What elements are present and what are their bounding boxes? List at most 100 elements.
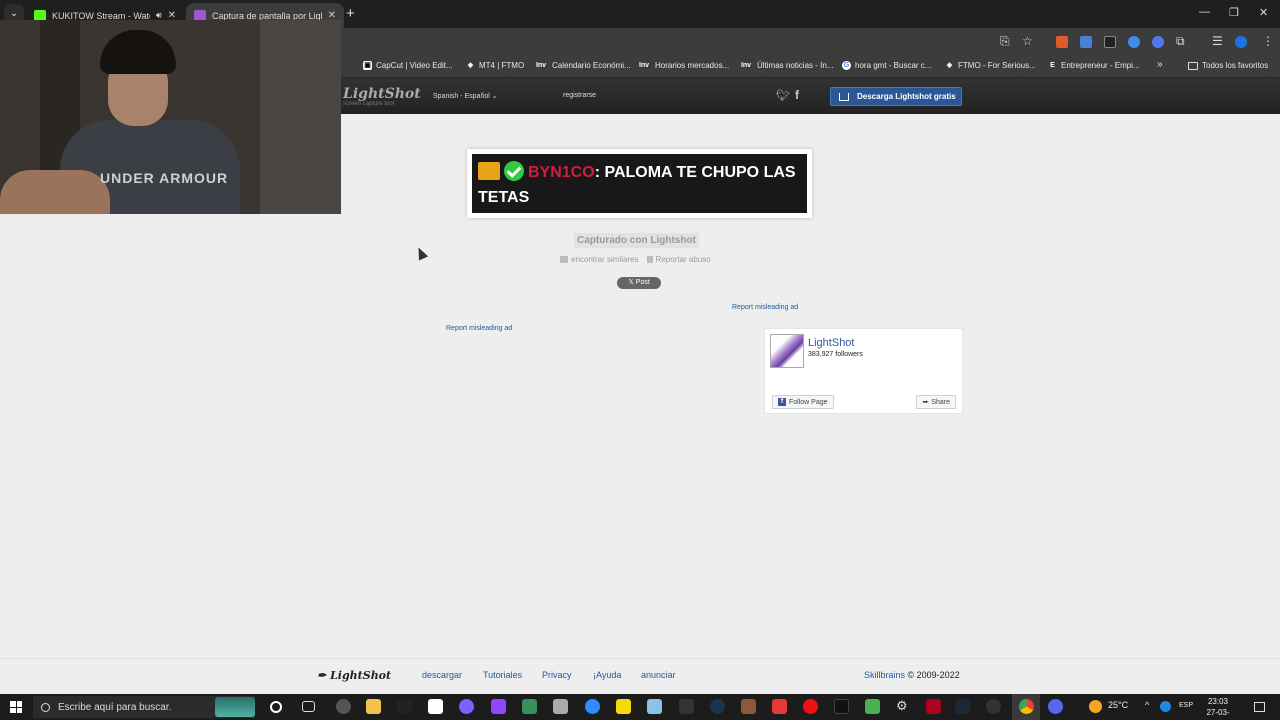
app-icon[interactable]	[553, 699, 568, 714]
x-post-button[interactable]: 𝕏 Post	[617, 277, 661, 289]
minimize-icon[interactable]: —	[1199, 6, 1210, 18]
report-misleading-ad-link[interactable]: Report misleading ad	[446, 325, 512, 332]
app-icon[interactable]	[459, 699, 474, 714]
sticky-notes-icon[interactable]	[616, 699, 631, 714]
app-icon[interactable]	[647, 699, 662, 714]
bookmark-noticias[interactable]: Inv Últimas noticias - In...	[739, 61, 834, 70]
new-tab-icon[interactable]: +	[346, 5, 355, 22]
minecraft-icon[interactable]	[865, 699, 880, 714]
share-button[interactable]: ➦ Share	[916, 395, 956, 409]
bookmark-calendario[interactable]: Inv Calendario Económi...	[534, 61, 631, 70]
bookmarks-overflow-chevron-icon[interactable]: »	[1157, 59, 1163, 70]
cortana-icon[interactable]	[270, 701, 282, 713]
bookmark-star-icon[interactable]: ☆	[1022, 34, 1033, 48]
weather-temp[interactable]: 25°C	[1108, 700, 1128, 710]
restore-icon[interactable]: ❐	[1229, 6, 1239, 19]
app-icon[interactable]	[772, 699, 787, 714]
footer-link-ayuda[interactable]: ¡Ayuda	[593, 670, 621, 680]
app-icon[interactable]	[741, 699, 756, 714]
bookmark-horarios[interactable]: Inv Horarios mercados...	[637, 61, 729, 70]
bookmark-entrepreneur[interactable]: E Entrepreneur - Empi...	[1048, 61, 1140, 70]
ftmo-icon: ◈	[467, 62, 474, 69]
settings-gear-icon[interactable]: ⚙	[896, 698, 911, 713]
extension-icon[interactable]	[1056, 36, 1068, 48]
footer-link-privacy[interactable]: Privacy	[542, 670, 572, 680]
all-favorites-folder[interactable]: Todos los favoritos	[1188, 61, 1268, 70]
app-icon[interactable]	[679, 699, 694, 714]
facebook-page-widget: LightShot 383,927 followers f Follow Page…	[764, 328, 963, 414]
weather-sun-icon[interactable]	[1089, 700, 1102, 713]
bookmark-capcut[interactable]: ▣ CapCut | Video Edit...	[363, 61, 453, 70]
lightshot-logo[interactable]: LightShot	[343, 86, 421, 102]
download-lightshot-button[interactable]: Descarga Lightshot gratis	[830, 87, 962, 106]
facebook-icon[interactable]: f	[795, 88, 799, 102]
input-language[interactable]: ESP	[1179, 702, 1193, 709]
bookmark-mt4-ftmo[interactable]: ◈ MT4 | FTMO	[466, 61, 524, 70]
follow-page-button[interactable]: f Follow Page	[772, 395, 834, 409]
bookmark-label: FTMO - For Serious...	[958, 61, 1036, 70]
tray-overflow-chevron-icon[interactable]: ^	[1145, 700, 1149, 710]
windows-start-icon[interactable]	[10, 701, 22, 713]
twitch-icon[interactable]	[491, 699, 506, 714]
report-misleading-ad-link[interactable]: Report misleading ad	[732, 304, 798, 311]
taskbar-clock[interactable]: 23:03 27-03-2026	[1200, 696, 1236, 720]
report-abuse-label: Reportar abuso	[655, 255, 711, 264]
bookmark-label: Entrepreneur - Empi...	[1061, 61, 1140, 70]
footer-logo-label: LightShot	[330, 669, 392, 682]
bookmark-label: Últimas noticias - In...	[757, 61, 834, 70]
app-icon[interactable]	[522, 699, 537, 714]
network-globe-icon[interactable]	[1160, 701, 1171, 712]
opera-icon[interactable]	[803, 699, 818, 714]
menu-kebab-icon[interactable]: ⋮	[1262, 34, 1274, 48]
share-arrow-icon: ➦	[922, 399, 929, 406]
reading-list-icon[interactable]: ☰	[1212, 34, 1223, 48]
lightshot-feather-icon[interactable]	[770, 334, 804, 368]
chat-username: BYN1CO	[528, 164, 595, 181]
taskbar-search[interactable]: Escribe aquí para buscar.	[33, 696, 255, 718]
footer-logo[interactable]: ✒︎ LightShot	[317, 669, 391, 682]
discord-icon[interactable]	[1048, 699, 1063, 714]
skillbrains-link[interactable]: Skillbrains	[864, 670, 905, 680]
extension-icon[interactable]	[1152, 36, 1164, 48]
zoom-icon[interactable]	[585, 699, 600, 714]
crown-badge-icon	[478, 162, 500, 180]
share-label: Share	[931, 398, 950, 406]
register-link[interactable]: registrarse	[563, 92, 596, 99]
windows-taskbar: Escribe aquí para buscar. ⚙ 25°C ^ ESP 2…	[0, 694, 1280, 720]
bookmark-hora-gmt[interactable]: Ghora gmt - Buscar c...	[842, 61, 931, 70]
all-favorites-label: Todos los favoritos	[1202, 61, 1269, 70]
clock-date: 27-03-2026	[1206, 708, 1230, 720]
extensions-puzzle-icon[interactable]: ⧉	[1176, 34, 1185, 49]
bookmark-ftmo[interactable]: ◈ FTMO - For Serious...	[945, 61, 1036, 70]
tiktok-icon[interactable]	[834, 699, 849, 714]
copyright-years: © 2009-2022	[907, 670, 960, 680]
twitter-icon[interactable]: 🐦︎	[776, 89, 790, 102]
chrome-taskbar-active[interactable]	[1012, 694, 1040, 720]
language-selector[interactable]: Spanish - Español ⌄	[433, 92, 498, 100]
task-view-icon[interactable]	[302, 701, 315, 712]
extension-icon[interactable]	[1128, 36, 1140, 48]
captured-screenshot[interactable]: BYN1CO: PALOMA TE CHUPO LAS TETAS	[467, 149, 812, 218]
file-explorer-icon[interactable]	[366, 699, 381, 714]
report-abuse-link[interactable]: Reportar abuso	[646, 255, 711, 264]
app-icon[interactable]	[336, 699, 351, 714]
app-icon[interactable]	[397, 699, 412, 714]
notification-center-icon[interactable]	[1254, 702, 1265, 712]
taskbar-search-placeholder: Escribe aquí para buscar.	[58, 701, 172, 713]
translate-extension-icon[interactable]	[1080, 36, 1092, 48]
steam-icon[interactable]	[955, 699, 970, 714]
close-window-icon[interactable]: ✕	[1259, 6, 1268, 19]
app-icon[interactable]	[926, 699, 941, 714]
download-icon	[839, 92, 849, 101]
profile-avatar[interactable]	[1235, 36, 1247, 48]
fb-page-name[interactable]: LightShot	[808, 337, 854, 349]
extension-icon[interactable]	[1104, 36, 1116, 48]
footer-link-tutoriales[interactable]: Tutoriales	[483, 670, 522, 680]
app-icon[interactable]	[986, 699, 1001, 714]
app-icon[interactable]	[710, 699, 725, 714]
footer-link-descargar[interactable]: descargar	[422, 670, 462, 680]
footer-link-anunciar[interactable]: anunciar	[641, 670, 676, 680]
notepad-icon[interactable]	[428, 699, 443, 714]
install-app-icon[interactable]: ⎘	[1000, 34, 1010, 49]
find-similar-link[interactable]: encontrar similares	[560, 255, 639, 264]
